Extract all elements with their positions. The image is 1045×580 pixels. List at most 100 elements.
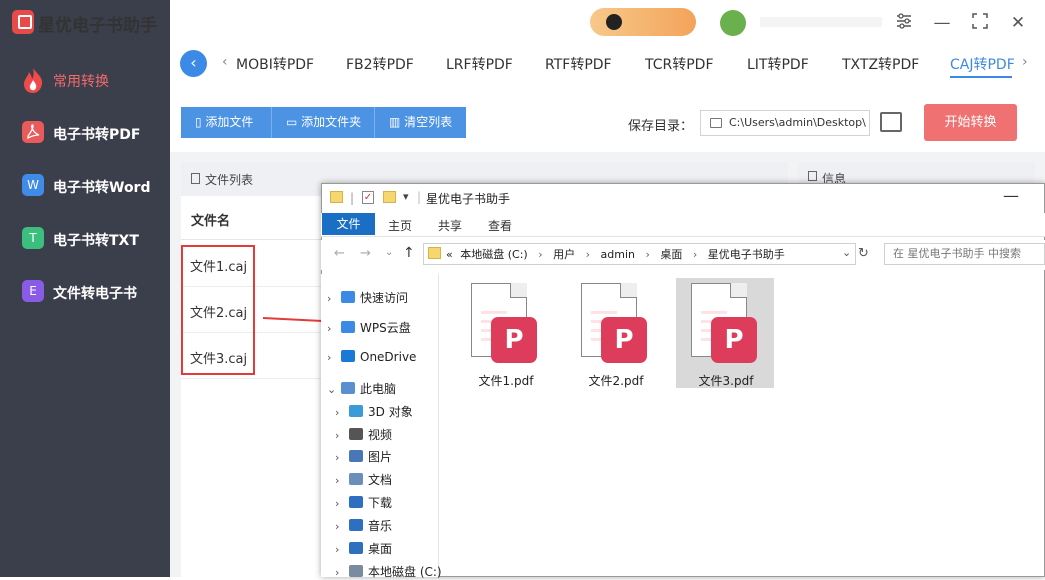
active-tab-indicator [950,76,1012,78]
expand-chevron-icon[interactable]: › [335,566,349,579]
nav-tree-label: 3D 对象 [368,405,413,419]
minimize-icon[interactable]: — [931,12,953,34]
ribbon-tab-file[interactable]: 文件 [322,213,375,235]
folder-icon: ▭ [286,115,302,129]
app-title: 星优电子书助手 [38,16,157,36]
nav-item-icon [349,496,363,508]
save-dir-field[interactable]: C:\Users\admin\Desktop\ [700,110,870,136]
tabs-left-chevron-icon[interactable]: ‹ [222,54,228,70]
sidebar-item-ebook-to-word[interactable]: W 电子书转Word [0,166,170,206]
expand-chevron-icon[interactable]: › [335,474,349,487]
settings-icon[interactable] [893,12,915,34]
new-folder-icon[interactable] [383,191,396,203]
close-icon[interactable]: ✕ [1007,12,1029,34]
nav-tree-label: 图片 [368,450,393,464]
nav-tree-item[interactable]: › 文档 [335,471,392,488]
nav-tree-label: 快速访问 [360,291,409,305]
recent-dropdown-icon[interactable]: ⌄ [385,247,393,258]
expand-chevron-icon[interactable]: › [327,351,341,364]
user-name-bar [760,17,882,27]
nav-tree-item[interactable]: › 音乐 [335,517,392,534]
ribbon-tab-view[interactable]: 查看 [488,217,512,234]
maximize-icon[interactable] [969,12,991,34]
breadcrumb-item[interactable]: 星优电子书助手 [708,248,785,261]
nav-tree-item[interactable]: › 快速访问 [327,289,408,306]
sidebar-item-label: 文件转电子书 [53,286,137,302]
search-input[interactable]: 在 星优电子书助手 中搜索 [884,243,1045,265]
tab-rtf-to-pdf[interactable]: RTF转PDF [545,54,612,74]
promo-icon [606,14,622,30]
nav-tree-item[interactable]: › 视频 [335,426,392,443]
explorer-ribbon [321,213,1045,237]
pdf-file-icon[interactable]: P [581,283,649,369]
address-dropdown-icon[interactable]: ⌄ [842,246,851,259]
expand-chevron-icon[interactable]: › [335,520,349,533]
nav-tree-label: 下载 [368,496,393,510]
ribbon-tab-home[interactable]: 主页 [388,217,412,234]
expand-chevron-icon[interactable]: › [327,322,341,335]
nav-tree-item[interactable]: › 桌面 [335,540,392,557]
refresh-icon[interactable]: ↻ [858,243,873,265]
explorer-minimize-icon[interactable]: — [1003,186,1019,205]
expand-chevron-icon[interactable]: › [335,429,349,442]
nav-tree-item[interactable]: › 3D 对象 [335,403,413,420]
up-arrow-icon[interactable]: ↑ [403,245,415,261]
forward-arrow-icon[interactable]: → [360,246,371,261]
breadcrumb-item[interactable]: 本地磁盘 (C:) [460,248,527,261]
clear-list-button[interactable]: ▥ 清空列表 [375,107,466,138]
nav-item-icon [349,542,363,554]
nav-tree-item[interactable]: › 本地磁盘 (C:) [335,563,442,580]
sidebar-item-ebook-to-pdf[interactable]: 电子书转PDF [0,113,170,153]
tab-fb2-to-pdf[interactable]: FB2转PDF [346,54,414,74]
expand-chevron-icon[interactable]: › [327,292,341,305]
back-arrow-icon[interactable]: ← [334,246,345,261]
sidebar-item-file-to-ebook[interactable]: E 文件转电子书 [0,272,170,312]
properties-icon[interactable]: ✓ [362,191,374,204]
nav-tree-item[interactable]: › OneDrive [327,350,416,364]
nav-tree-item[interactable]: › WPS云盘 [327,319,411,336]
pdf-file-icon[interactable]: P [691,283,759,369]
expand-chevron-icon[interactable]: › [335,451,349,464]
expand-chevron-icon[interactable]: › [335,497,349,510]
tab-tcr-to-pdf[interactable]: TCR转PDF [645,54,714,74]
expand-chevron-icon[interactable]: › [335,543,349,556]
nav-tree-item[interactable]: › 图片 [335,448,392,465]
sidebar-item-common[interactable]: 常用转换 [0,60,170,100]
nav-item-icon [349,473,363,485]
nav-tree-label: 桌面 [368,542,393,556]
sidebar-item-ebook-to-txt[interactable]: T 电子书转TXT [0,219,170,259]
avatar[interactable] [720,10,746,36]
scroll-left-button[interactable]: ‹ [180,50,207,77]
sidebar-item-label: 电子书转Word [53,180,151,196]
add-file-button[interactable]: ▯ 添加文件 [181,107,272,138]
nav-item-icon [341,382,355,394]
folder-icon [330,191,343,203]
ribbon-tab-share[interactable]: 共享 [438,217,462,234]
tabs-right-chevron-icon[interactable]: › [1022,54,1028,70]
nav-tree-item[interactable]: › 下载 [335,494,392,511]
breadcrumb-item[interactable]: 桌面 [660,248,682,261]
tab-mobi-to-pdf[interactable]: MOBI转PDF [236,54,314,74]
start-convert-button[interactable]: 开始转换 [924,104,1017,141]
nav-tree-label: WPS云盘 [360,321,411,335]
breadcrumb-item[interactable]: admin [601,248,635,261]
nav-tree-item[interactable]: ⌄ 此电脑 [327,380,396,397]
pdf-file-icon[interactable]: P [471,283,539,369]
address-folder-icon [428,247,441,259]
column-filename: 文件名 [191,214,231,229]
nav-item-icon [341,350,355,362]
nav-tree-label: OneDrive [360,350,417,364]
breadcrumb-item[interactable]: 用户 [553,248,575,261]
tab-lit-to-pdf[interactable]: LIT转PDF [747,54,809,74]
expand-chevron-icon[interactable]: › [335,406,349,419]
browse-folder-icon[interactable] [880,112,902,132]
file-name: 文件2.pdf [588,374,644,388]
tab-caj-to-pdf[interactable]: CAJ转PDF [950,54,1015,74]
quick-access-dropdown-icon[interactable]: ▾ [403,190,409,203]
word-icon: W [22,174,44,196]
expand-chevron-icon[interactable]: ⌄ [327,383,341,396]
add-folder-button[interactable]: ▭ 添加文件夹 [272,107,375,138]
tab-txtz-to-pdf[interactable]: TXTZ转PDF [842,54,919,74]
info-icon [808,171,817,181]
tab-lrf-to-pdf[interactable]: LRF转PDF [446,54,513,74]
